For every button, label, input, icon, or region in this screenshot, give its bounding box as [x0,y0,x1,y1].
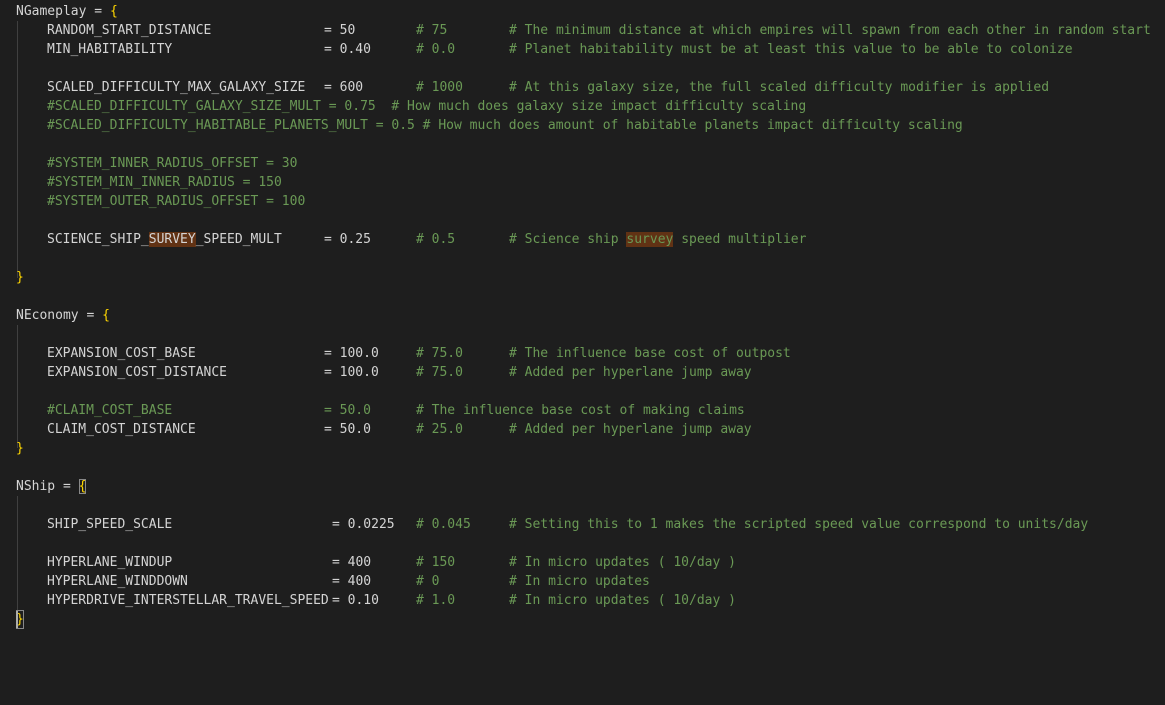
code-line[interactable]: } [0,268,1165,287]
setting-value: = 400 [332,555,372,570]
old-value-comment: # 75 [416,23,448,38]
description-comment: # Setting this to 1 makes the scripted s… [509,517,1089,532]
setting-key: HYPERLANE_WINDUP [47,555,173,570]
old-value-comment: # 1.0 [416,593,456,608]
old-value-comment: # 1000 [416,80,463,95]
old-value-comment: # 75.0 [416,346,463,361]
description-comment: # The influence base cost of making clai… [416,403,745,418]
old-value-comment: # 0 [416,574,440,589]
setting-key: EXPANSION_COST_BASE [47,346,196,361]
code-line[interactable]: NGameplay = { [0,2,1165,21]
setting-key: CLAIM_COST_DISTANCE [47,422,196,437]
search-match-highlight: SURVEY [148,232,196,247]
code-line[interactable]: #CLAIM_COST_BASE = 50.0 # The influence … [0,401,1165,420]
setting-key: HYPERLANE_WINDDOWN [47,574,188,589]
setting-value: = 50 [324,23,356,38]
code-line[interactable]: SCIENCE_SHIP_SURVEY_SPEED_MULT = 0.25 # … [0,230,1165,249]
old-value-comment: # 0.045 [416,517,471,532]
block-header-ngameplay: NGameplay = { [16,4,118,19]
code-line[interactable]: HYPERDRIVE_INTERSTELLAR_TRAVEL_SPEED = 0… [0,591,1165,610]
description-comment: # Added per hyperlane jump away [509,422,752,437]
setting-key: HYPERDRIVE_INTERSTELLAR_TRAVEL_SPEED [47,593,329,608]
setting-key: SCALED_DIFFICULTY_MAX_GALAXY_SIZE [47,80,306,95]
description-comment: # In micro updates [509,574,650,589]
closing-brace: } [16,441,24,456]
block-header-nship: NShip = { [16,479,87,494]
code-line[interactable]: EXPANSION_COST_BASE = 100.0 # 75.0 # The… [0,344,1165,363]
code-line[interactable]: #SYSTEM_INNER_RADIUS_OFFSET = 30 [0,154,1165,173]
closing-brace: } [16,270,24,285]
code-line[interactable]: SHIP_SPEED_SCALE = 0.0225 # 0.045 # Sett… [0,515,1165,534]
code-line[interactable]: EXPANSION_COST_DISTANCE = 100.0 # 75.0 #… [0,363,1165,382]
text-cursor [16,611,18,628]
code-line[interactable]: NShip = { [0,477,1165,496]
code-line[interactable]: MIN_HABITABILITY = 0.40 # 0.0 # Planet h… [0,40,1165,59]
code-line[interactable]: RANDOM_START_DISTANCE = 50 # 75 # The mi… [0,21,1165,40]
description-comment: # Science ship survey speed multiplier [509,232,807,247]
description-comment: # In micro updates ( 10/day ) [509,555,736,570]
description-comment: # Added per hyperlane jump away [509,365,752,380]
description-comment: # At this galaxy size, the full scaled d… [509,80,1050,95]
setting-value: = 0.40 [324,42,371,57]
code-line[interactable]: SCALED_DIFFICULTY_MAX_GALAXY_SIZE = 600 … [0,78,1165,97]
setting-value: = 0.10 [332,593,379,608]
description-comment: # In micro updates ( 10/day ) [509,593,736,608]
old-value-comment: # 0.5 [416,232,456,247]
code-line[interactable]: #SYSTEM_MIN_INNER_RADIUS = 150 [0,173,1165,192]
commented-setting: #SYSTEM_INNER_RADIUS_OFFSET = 30 [47,156,298,171]
block-header-neconomy: NEconomy = { [16,308,110,323]
code-line[interactable]: #SCALED_DIFFICULTY_HABITABLE_PLANETS_MUL… [0,116,1165,135]
description-comment: # Planet habitability must be at least t… [509,42,1073,57]
code-line[interactable]: HYPERLANE_WINDDOWN = 400 # 0 # In micro … [0,572,1165,591]
old-value-comment: # 150 [416,555,456,570]
search-match-highlight: survey [626,232,674,247]
setting-value: = 50.0 [324,422,371,437]
setting-key: EXPANSION_COST_DISTANCE [47,365,228,380]
commented-setting-value: = 50.0 [324,403,371,418]
code-line[interactable]: HYPERLANE_WINDUP = 400 # 150 # In micro … [0,553,1165,572]
setting-key: SCIENCE_SHIP_SURVEY_SPEED_MULT [47,232,282,247]
matched-brace: { [78,479,87,494]
description-comment: # The influence base cost of outpost [509,346,791,361]
setting-value: = 600 [324,80,364,95]
old-value-comment: # 25.0 [416,422,463,437]
commented-setting-key: #CLAIM_COST_BASE [47,403,173,418]
description-comment: # The minimum distance at which empires … [509,23,1151,38]
code-line[interactable]: CLAIM_COST_DISTANCE = 50.0 # 25.0 # Adde… [0,420,1165,439]
setting-value: = 0.0225 [332,517,395,532]
code-line[interactable]: } [0,439,1165,458]
setting-value: = 400 [332,574,372,589]
setting-key: SHIP_SPEED_SCALE [47,517,173,532]
commented-setting: #SYSTEM_OUTER_RADIUS_OFFSET = 100 [47,194,306,209]
code-line[interactable]: NEconomy = { [0,306,1165,325]
code-line[interactable]: #SCALED_DIFFICULTY_GALAXY_SIZE_MULT = 0.… [0,97,1165,116]
commented-setting: #SCALED_DIFFICULTY_GALAXY_SIZE_MULT = 0.… [47,99,807,114]
code-line[interactable]: #SYSTEM_OUTER_RADIUS_OFFSET = 100 [0,192,1165,211]
commented-setting: #SYSTEM_MIN_INNER_RADIUS = 150 [47,175,282,190]
setting-key: MIN_HABITABILITY [47,42,173,57]
commented-setting: #SCALED_DIFFICULTY_HABITABLE_PLANETS_MUL… [47,118,963,133]
old-value-comment: # 75.0 [416,365,463,380]
setting-key: RANDOM_START_DISTANCE [47,23,212,38]
setting-value: = 100.0 [324,346,379,361]
code-editor[interactable]: NGameplay = { RANDOM_START_DISTANCE = 50… [0,0,1165,635]
setting-value: = 0.25 [324,232,371,247]
setting-value: = 100.0 [324,365,379,380]
old-value-comment: # 0.0 [416,42,456,57]
code-line[interactable]: } [0,610,1165,629]
